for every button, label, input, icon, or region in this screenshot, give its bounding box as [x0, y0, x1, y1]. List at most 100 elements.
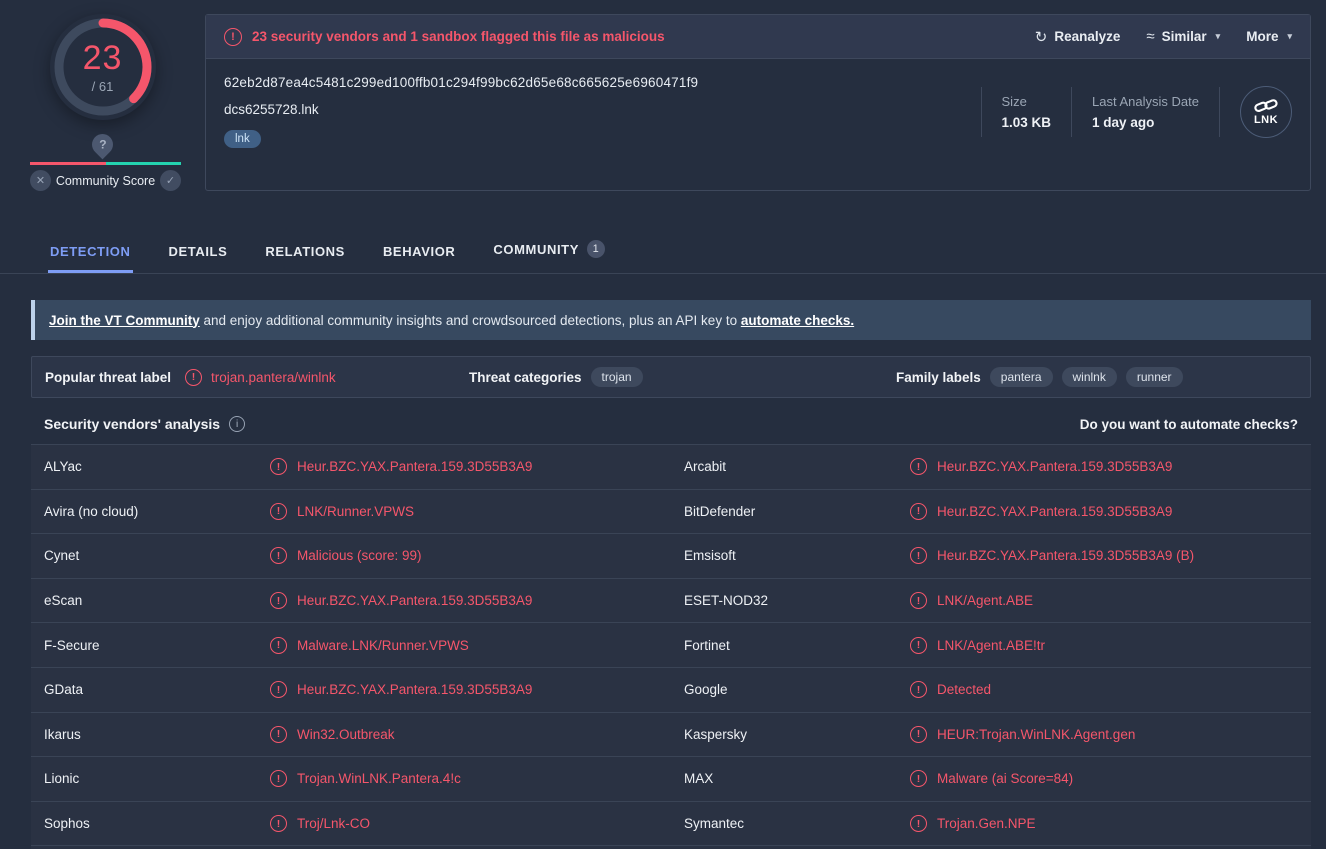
- vendor-cell: Google!Detected: [671, 668, 1311, 712]
- last-analysis-label: Last Analysis Date: [1092, 94, 1199, 109]
- file-name: dcs6255728.lnk: [224, 102, 981, 117]
- detection-result: !HEUR:Trojan.WinLNK.Agent.gen: [910, 726, 1135, 743]
- detection-text: Heur.BZC.YAX.Pantera.159.3D55B3A9: [297, 459, 532, 474]
- detection-text: Heur.BZC.YAX.Pantera.159.3D55B3A9: [937, 504, 1172, 519]
- gauge-text: 23 / 61: [50, 14, 156, 120]
- vendor-cell: Cynet!Malicious (score: 99): [31, 534, 671, 578]
- automate-checks-prompt[interactable]: Do you want to automate checks?: [1080, 417, 1298, 432]
- file-tag-lnk[interactable]: lnk: [224, 130, 261, 148]
- detection-text: Heur.BZC.YAX.Pantera.159.3D55B3A9 (B): [937, 548, 1194, 563]
- vendor-cell: GData!Heur.BZC.YAX.Pantera.159.3D55B3A9: [31, 668, 671, 712]
- table-row: Sophos!Troj/Lnk-COSymantec!Trojan.Gen.NP…: [31, 802, 1311, 847]
- family-label-pill[interactable]: runner: [1126, 367, 1183, 387]
- table-row: Avira (no cloud)!LNK/Runner.VPWSBitDefen…: [31, 490, 1311, 535]
- vt-community-banner: Join the VT Community and enjoy addition…: [31, 300, 1311, 340]
- tab-details[interactable]: DETAILS: [169, 244, 228, 273]
- detection-result: !Malicious (score: 99): [270, 547, 422, 564]
- vendor-cell: Emsisoft!Heur.BZC.YAX.Pantera.159.3D55B3…: [671, 534, 1311, 578]
- detection-text: Malicious (score: 99): [297, 548, 422, 563]
- chevron-down-icon: ▾: [1216, 31, 1221, 42]
- file-hash[interactable]: 62eb2d87ea4c5481c299ed100ffb01c294f99bc6…: [224, 75, 981, 90]
- file-type-text: LNK: [1254, 114, 1278, 126]
- join-vt-community-link[interactable]: Join the VT Community: [49, 313, 200, 328]
- vendor-cell: Ikarus!Win32.Outbreak: [31, 713, 671, 757]
- file-type-badge: LNK: [1240, 86, 1292, 138]
- vendor-name: Arcabit: [684, 459, 910, 474]
- family-label-pill[interactable]: winlnk: [1062, 367, 1117, 387]
- vendor-name: ALYac: [44, 459, 270, 474]
- alert-icon: !: [270, 592, 287, 609]
- alert-icon: !: [910, 458, 927, 475]
- detection-result: !Heur.BZC.YAX.Pantera.159.3D55B3A9 (B): [910, 547, 1194, 564]
- alert-icon: !: [270, 503, 287, 520]
- tab-relations[interactable]: RELATIONS: [265, 244, 345, 273]
- detection-result: ! Heur.BZC.YAX.Pantera.159.3D55B3A9: [910, 503, 1172, 520]
- question-pin-icon: ?: [88, 130, 118, 160]
- tab-behavior[interactable]: BEHAVIOR: [383, 244, 455, 273]
- table-row: Lionic!Trojan.WinLNK.Pantera.4!cMAX!Malw…: [31, 757, 1311, 802]
- similar-button[interactable]: ≈ Similar ▾: [1146, 28, 1220, 45]
- file-details: 62eb2d87ea4c5481c299ed100ffb01c294f99bc6…: [206, 59, 1310, 166]
- community-score-marker-row: ?: [0, 134, 205, 160]
- file-tags: lnk: [224, 129, 981, 148]
- vendor-cell: Kaspersky!HEUR:Trojan.WinLNK.Agent.gen: [671, 713, 1311, 757]
- vendor-table-body: ALYac!Heur.BZC.YAX.Pantera.159.3D55B3A9A…: [31, 445, 1311, 849]
- popular-threat-label: Popular threat label: [45, 370, 171, 385]
- vendor-name: Ikarus: [44, 727, 270, 742]
- alert-icon: !: [910, 770, 927, 787]
- detection-text: HEUR:Trojan.WinLNK.Agent.gen: [937, 727, 1135, 742]
- file-header-section: 23 / 61 ? ✕ Community Score ✓ ! 23 secur…: [0, 0, 1326, 191]
- tab-community[interactable]: COMMUNITY 1: [493, 240, 605, 273]
- automate-checks-link[interactable]: automate checks.: [741, 313, 854, 328]
- vendor-cell: BitDefender! Heur.BZC.YAX.Pantera.159.3D5…: [671, 490, 1311, 534]
- vendor-name: BitDefender: [684, 504, 910, 519]
- vendor-cell: Sophos! Troj/Lnk-CO: [31, 802, 671, 846]
- detection-text: Trojan.WinLNK.Pantera.4!c: [297, 771, 461, 786]
- vendor-name: Sophos: [44, 816, 270, 831]
- vendor-cell: F-Secure!Malware.LNK/Runner.VPWS: [31, 623, 671, 667]
- file-size-block: Size 1.03 KB: [982, 94, 1072, 130]
- detection-result: !Heur.BZC.YAX.Pantera.159.3D55B3A9: [270, 681, 532, 698]
- divider: [1219, 87, 1220, 137]
- file-identity: 62eb2d87ea4c5481c299ed100ffb01c294f99bc6…: [224, 75, 981, 148]
- vendor-name: Kaspersky: [684, 727, 910, 742]
- alert-icon: !: [910, 503, 927, 520]
- vendor-name: F-Secure: [44, 638, 270, 653]
- vendor-cell: Avira (no cloud)!LNK/Runner.VPWS: [31, 490, 671, 534]
- vendors-analysis-title: Security vendors' analysis: [44, 416, 220, 432]
- info-icon[interactable]: i: [229, 416, 245, 432]
- negative-votes-bar: [30, 162, 106, 165]
- tab-detection[interactable]: DETECTION: [50, 244, 131, 273]
- alert-icon: !: [270, 458, 287, 475]
- family-label-pill[interactable]: pantera: [990, 367, 1053, 387]
- detection-alert-strip: ! 23 security vendors and 1 sandbox flag…: [206, 15, 1310, 59]
- detection-result: !Heur.BZC.YAX.Pantera.159.3D55B3A9: [910, 458, 1172, 475]
- vote-malicious-icon[interactable]: ✕: [30, 170, 51, 191]
- file-card: ! 23 security vendors and 1 sandbox flag…: [205, 14, 1311, 191]
- chevron-down-icon: ▾: [1287, 31, 1292, 42]
- vendor-cell: eScan!Heur.BZC.YAX.Pantera.159.3D55B3A9: [31, 579, 671, 623]
- family-labels-group: Family labels pantera winlnk runner: [896, 367, 1297, 387]
- vendor-name: Lionic: [44, 771, 270, 786]
- vote-harmless-icon[interactable]: ✓: [160, 170, 181, 191]
- community-score-row: ✕ Community Score ✓: [30, 170, 181, 191]
- vendor-cell: ALYac! Heur.BZC.YAX.Pantera.159.3D55B3A9: [31, 445, 671, 489]
- vendor-name: Cynet: [44, 548, 270, 563]
- detection-result: !LNK/Agent.ABE!tr: [910, 637, 1045, 654]
- detection-score-gauge: 23 / 61: [50, 14, 156, 120]
- detection-text: Troj/Lnk-CO: [297, 816, 370, 831]
- detection-text: Detected: [937, 682, 991, 697]
- banner-text: and enjoy additional community insights …: [200, 313, 741, 328]
- table-row: Ikarus!Win32.OutbreakKaspersky!HEUR:Troj…: [31, 713, 1311, 758]
- alert-icon: !: [910, 815, 927, 832]
- alert-icon: !: [910, 681, 927, 698]
- vendor-name: ESET-NOD32: [684, 593, 910, 608]
- table-row: Cynet!Malicious (score: 99)Emsisoft!Heur…: [31, 534, 1311, 579]
- alert-icon: !: [270, 815, 287, 832]
- vendor-cell: ESET-NOD32!LNK/Agent.ABE: [671, 579, 1311, 623]
- reanalyze-button[interactable]: ↻ Reanalyze: [1035, 28, 1121, 46]
- more-button[interactable]: More ▾: [1246, 29, 1292, 44]
- detections-total: / 61: [92, 79, 114, 94]
- threat-category-pill[interactable]: trojan: [591, 367, 643, 387]
- virustotal-detection-page: 23 / 61 ? ✕ Community Score ✓ ! 23 secur…: [0, 0, 1326, 849]
